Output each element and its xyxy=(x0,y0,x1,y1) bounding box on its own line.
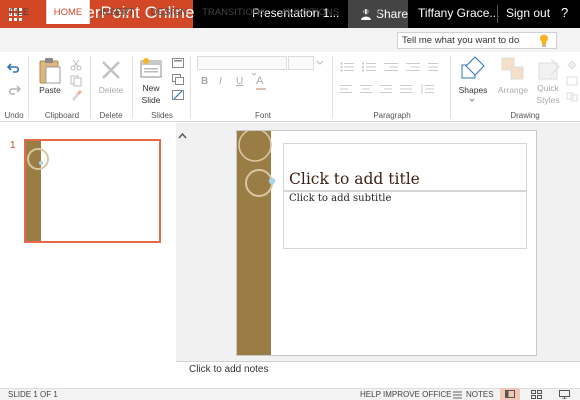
font-size-select[interactable] xyxy=(288,56,314,70)
increase-indent-icon[interactable] xyxy=(406,62,420,72)
text-direction-icon[interactable] xyxy=(428,62,442,72)
thumbnail-circle-ornament xyxy=(27,148,49,170)
paste-icon[interactable] xyxy=(38,57,62,85)
new-slide-label-line2[interactable]: Slide xyxy=(136,95,166,105)
slide-show-view-icon[interactable] xyxy=(559,390,570,399)
chevron-down-icon[interactable] xyxy=(469,98,475,102)
tab-view[interactable]: VIEW xyxy=(354,0,384,24)
shapes-icon[interactable] xyxy=(460,56,486,80)
group-divider xyxy=(132,56,133,118)
hide-slide-icon[interactable] xyxy=(172,90,184,101)
quick-styles-label-line1[interactable]: Quick xyxy=(533,83,563,93)
group-divider xyxy=(332,56,333,118)
quick-styles-label-line2[interactable]: Styles xyxy=(533,95,563,105)
shapes-label[interactable]: Shapes xyxy=(456,85,490,95)
user-name[interactable]: Tiffany Grace... xyxy=(418,6,499,20)
tab-animations[interactable]: ANIMATIONS xyxy=(280,0,340,24)
group-label-delete: Delete xyxy=(99,111,123,120)
titlebar-divider xyxy=(497,5,498,23)
slide-position-indicator: SLIDE 1 OF 1 xyxy=(8,390,58,399)
cut-icon[interactable] xyxy=(70,59,82,71)
chevron-down-icon[interactable] xyxy=(316,60,324,66)
tab-file[interactable]: FILE xyxy=(4,0,34,24)
group-label-undo: Undo xyxy=(4,111,24,120)
duplicate-shape-icon[interactable] xyxy=(566,92,578,102)
tab-home[interactable]: HOME xyxy=(46,0,90,24)
duplicate-slide-icon[interactable] xyxy=(172,74,184,85)
font-name-select[interactable] xyxy=(197,56,287,70)
lightbulb-icon xyxy=(540,34,548,47)
font-size-decrease-icon[interactable] xyxy=(251,72,257,76)
arrange-label[interactable]: Arrange xyxy=(495,85,531,95)
tab-transitions[interactable]: TRANSITIONS xyxy=(202,0,266,24)
slide-sorter-view-icon[interactable] xyxy=(531,390,542,399)
group-divider xyxy=(90,56,91,118)
numbering-icon[interactable] xyxy=(362,62,376,72)
slide-number: 1 xyxy=(10,140,16,151)
group-label-paragraph: Paragraph xyxy=(373,111,411,120)
help-improve-office-link[interactable]: HELP IMPROVE OFFICE xyxy=(360,390,451,399)
italic-button[interactable]: I xyxy=(219,76,222,87)
help-button[interactable]: ? xyxy=(561,5,568,20)
tell-me-search-input[interactable]: Tell me what you want to do xyxy=(397,32,557,49)
align-left-icon[interactable] xyxy=(340,84,352,94)
redo-icon[interactable] xyxy=(7,84,21,96)
shape-outline-icon[interactable] xyxy=(566,76,578,86)
tab-insert[interactable]: INSERT xyxy=(98,0,136,24)
align-right-icon[interactable] xyxy=(380,84,392,94)
undo-icon[interactable] xyxy=(7,62,21,74)
bullets-icon[interactable] xyxy=(340,62,354,72)
font-color-swatch xyxy=(256,88,266,90)
group-label-slides: Slides xyxy=(151,111,173,120)
vertical-scrollbar[interactable] xyxy=(176,123,188,388)
notes-icon xyxy=(453,391,462,399)
slide-layout-icon[interactable] xyxy=(172,58,184,68)
notes-placeholder[interactable]: Click to add notes xyxy=(189,364,269,375)
delete-x-icon[interactable] xyxy=(101,60,121,80)
group-divider xyxy=(28,56,29,118)
ribbon: Undo Paste Clipboard Delete Delete New S… xyxy=(0,52,580,122)
group-label-drawing: Drawing xyxy=(510,111,540,120)
align-center-icon[interactable] xyxy=(360,84,372,94)
title-placeholder-text: Click to add title xyxy=(289,170,420,188)
paste-label[interactable]: Paste xyxy=(36,85,64,95)
group-divider xyxy=(450,56,451,118)
copy-icon[interactable] xyxy=(70,75,82,87)
quick-styles-icon[interactable] xyxy=(537,57,561,81)
normal-view-icon xyxy=(505,390,515,398)
slide-thumbnail[interactable] xyxy=(24,139,161,243)
tab-design[interactable]: DESIGN xyxy=(148,0,190,24)
chevron-up-icon[interactable] xyxy=(178,133,187,139)
delete-label[interactable]: Delete xyxy=(96,85,126,95)
shape-fill-icon[interactable] xyxy=(566,60,578,70)
font-color-button[interactable]: A xyxy=(256,75,263,87)
notes-toggle-button[interactable]: NOTES xyxy=(466,390,494,399)
group-label-font: Font xyxy=(254,111,271,120)
line-spacing-icon[interactable] xyxy=(420,84,434,94)
sign-out-link[interactable]: Sign out xyxy=(506,6,550,20)
underline-button[interactable]: U xyxy=(236,76,243,87)
format-painter-icon[interactable] xyxy=(70,89,82,101)
new-slide-icon[interactable] xyxy=(139,57,163,81)
arrange-icon[interactable] xyxy=(501,57,525,81)
slide-circle-ornament xyxy=(238,131,276,197)
normal-view-button[interactable] xyxy=(500,388,520,400)
group-label-clipboard: Clipboard xyxy=(44,111,80,120)
decrease-indent-icon[interactable] xyxy=(384,62,398,72)
subtitle-placeholder-text: Click to add subtitle xyxy=(289,193,392,204)
new-slide-label-line1[interactable]: New xyxy=(136,83,166,93)
justify-icon[interactable] xyxy=(400,84,412,94)
group-divider xyxy=(190,56,191,118)
slide-canvas[interactable]: Click to add title Click to add subtitle xyxy=(236,130,537,356)
bold-button[interactable]: B xyxy=(201,76,208,87)
